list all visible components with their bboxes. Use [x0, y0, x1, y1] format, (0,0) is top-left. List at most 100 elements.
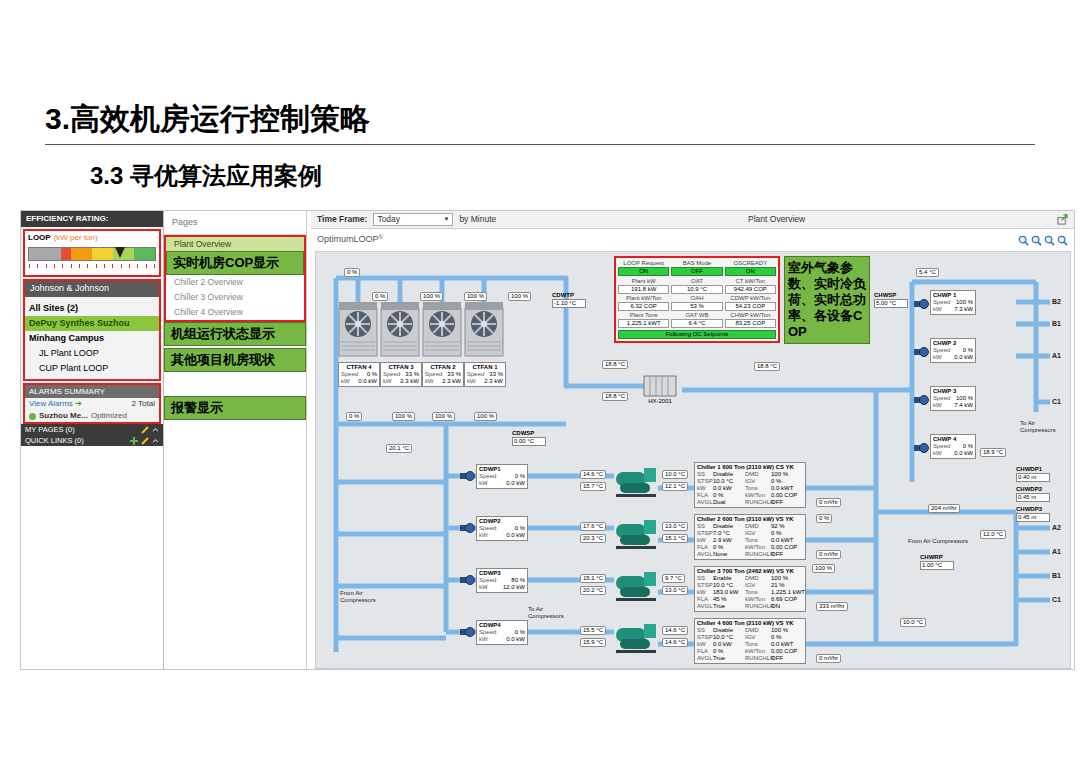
pump-icon — [459, 468, 475, 484]
setpoint: CHWDP20.45 m — [1016, 486, 1050, 502]
page-item[interactable]: Chiller 4 Overview — [166, 305, 304, 320]
reading-value: 0 % — [515, 629, 525, 636]
status-metric: OAT WB6.4 °C — [671, 312, 722, 328]
site-item[interactable]: All Sites (2) — [25, 301, 159, 316]
chevron-icon[interactable] — [152, 437, 159, 444]
gauge-segment — [71, 248, 92, 260]
chiller-icon — [614, 464, 658, 498]
setpoint-value: 0.45 m — [1016, 493, 1050, 502]
setpoint-value: 0.45 m — [1016, 513, 1050, 522]
reading-label: FLA — [697, 596, 713, 603]
reading-label: Speed — [933, 395, 950, 402]
status-footer: Following OC Setpoints — [618, 330, 776, 339]
setpoint-name: CHWDP2 — [1016, 486, 1050, 493]
branch-label: C1 — [1052, 596, 1061, 604]
footer-label[interactable]: QUICK LINKS (0) — [25, 435, 84, 446]
sidebar-footer-row[interactable]: QUICK LINKS (0) — [21, 435, 163, 446]
reading-value: 2.3 kW — [400, 378, 419, 385]
reading-row: Speed100 % — [933, 395, 973, 402]
chevron-icon[interactable] — [152, 426, 159, 433]
footer-actions — [130, 437, 159, 445]
temperature-tag: 15.1 °C — [580, 574, 606, 583]
heat-exchanger-label: HX-2001 — [648, 398, 672, 405]
metric-label: Plant kW — [618, 278, 669, 285]
reading-label: DMD — [745, 523, 771, 530]
pencil-icon[interactable] — [141, 437, 149, 445]
flag-value: ON — [725, 267, 776, 276]
status-metric: Plant kW191.8 kW — [618, 278, 669, 294]
zoom-icon[interactable] — [1057, 235, 1068, 246]
pencil-icon[interactable] — [141, 426, 149, 434]
time-frame-select[interactable]: Today ▼ — [373, 213, 453, 226]
bms-screenshot: EFFICIENCY RATING:LOOP(kW per ton)Johnso… — [20, 210, 1075, 670]
reading-value: 0.00 COP — [771, 648, 805, 655]
time-frame-value[interactable]: Today — [377, 213, 400, 226]
cooling-tower-card: CTFAN 4Speed0 %kW0.0 kW — [338, 362, 380, 387]
temperature-tag: 14.6 °C — [580, 470, 606, 479]
sidebar-footer-row[interactable]: MY PAGES (0) — [21, 424, 163, 435]
flow-direction-label: From Air Compressors — [908, 538, 968, 545]
valve-tag: 0 % — [816, 514, 832, 523]
page-item[interactable]: Plant Overview — [166, 237, 304, 251]
gauge-tick — [137, 264, 138, 268]
pump-card: CDWP4Speed0 %kW0.0 kW — [476, 620, 528, 645]
chiller-readings: SSDisableDMD100 %STSP10.0 °CIGV0 %kW0.0 … — [697, 627, 803, 662]
gauge-tick — [46, 264, 47, 268]
reading-row: kW2.3 kW — [425, 378, 461, 385]
flow-direction-label: To Air Compressors — [528, 606, 578, 620]
valve-tag: 0 % — [346, 412, 362, 421]
reading-value: 0.0 kW — [506, 480, 525, 487]
site-item[interactable]: DePuy Synthes Suzhou — [25, 316, 159, 331]
view-alarms-link[interactable]: View Alarms➔ — [29, 398, 82, 410]
setpoint: CHWSP5.00 °C — [874, 292, 908, 308]
status-metric: CT kW/Ton942.49 COP — [725, 278, 776, 294]
temperature-tag: 14.6 °C — [662, 638, 688, 647]
footer-label[interactable]: MY PAGES (0) — [25, 424, 75, 435]
reading-value: 10.0 °C — [713, 478, 745, 485]
zoom-icon[interactable] — [1018, 235, 1029, 246]
caret-icon[interactable]: ▼ — [443, 215, 449, 224]
branch-label: A2 — [1052, 524, 1061, 532]
reading-value: 0.0 kW — [358, 378, 377, 385]
metric-value: 6.32 COP — [618, 302, 669, 311]
page-item[interactable]: Chiller 3 Overview — [166, 290, 304, 305]
reading-label: IGV — [745, 478, 771, 485]
reading-row: Speed0 % — [479, 473, 525, 480]
reading-label: STSP — [697, 634, 713, 641]
pump-name: CHWP 2 — [933, 340, 973, 347]
plus-icon[interactable] — [130, 437, 138, 445]
site-item[interactable]: Minhang Campus — [25, 331, 159, 346]
reading-value: 0 % — [515, 473, 525, 480]
temperature-tag: 18.8 °C — [754, 362, 780, 371]
site-item[interactable]: JL Plant LOOP — [25, 346, 159, 361]
pump-name: CDWP4 — [479, 622, 525, 629]
export-icon[interactable] — [1057, 214, 1068, 225]
pump-icon — [459, 520, 475, 536]
pump-name: CHWP 3 — [933, 388, 973, 395]
reading-value: 92 % — [771, 523, 805, 530]
zoom-icon[interactable] — [1044, 235, 1055, 246]
reading-value: 12.0 kW — [503, 584, 525, 591]
view-alarms-text[interactable]: View Alarms — [29, 398, 73, 410]
reading-row: Speed33 % — [425, 371, 461, 378]
zoom-icon[interactable] — [1031, 235, 1042, 246]
reading-value: True — [713, 655, 745, 662]
temperature-tag: 13.0 °C — [662, 586, 688, 595]
reading-value: ON — [771, 603, 805, 610]
reading-value: 183.0 kW — [713, 589, 745, 596]
reading-row: kW7.3 kW — [933, 306, 973, 313]
reading-label: DMD — [745, 471, 771, 478]
site-item[interactable]: CUP Plant LOOP — [25, 361, 159, 376]
pump-icon — [913, 392, 929, 408]
gauge-tick — [62, 264, 63, 268]
zoom-controls — [1018, 235, 1068, 246]
reading-label: Speed — [467, 371, 484, 378]
valve-tag: 0 % — [372, 292, 388, 301]
setpoint-value: -1.10 °C — [552, 299, 586, 308]
setpoint: CDWSP0.00 °C — [512, 430, 546, 446]
alarm-item[interactable]: Suzhou Me...Optimized — [25, 410, 159, 422]
arrow-icon[interactable]: ➔ — [75, 398, 82, 410]
page-item[interactable]: Chiller 2 Overview — [166, 275, 304, 290]
reading-value: 10.0 °C — [713, 582, 745, 589]
plant-status-box: LOOP RequestONBAS ModeOFFOSCREADYONPlant… — [614, 256, 780, 343]
